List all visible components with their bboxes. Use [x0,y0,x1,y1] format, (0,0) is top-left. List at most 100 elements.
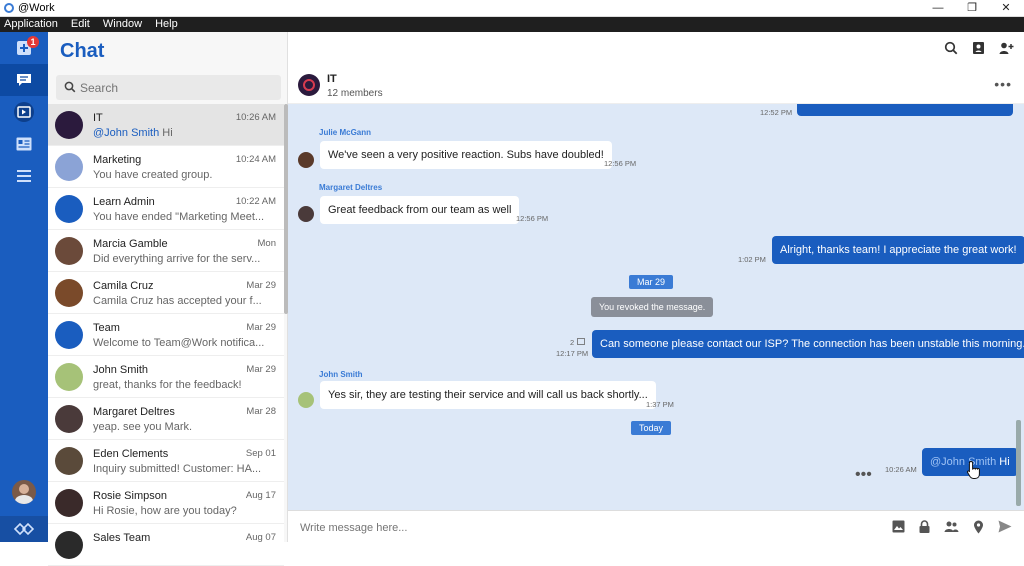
conversation-item[interactable]: Camila Cruz Mar 29 Camila Cruz has accepte… [48,272,284,314]
new-item-button[interactable]: 1 [0,32,48,64]
message-time: 12:56 PM [604,159,637,168]
preview-text: great, thanks for the feedback! [93,379,242,391]
conversation-preview: Welcome to Team@Work notifica... [93,337,268,349]
sender-avatar [298,206,314,222]
search-box[interactable] [56,75,281,100]
menu-icon [17,170,31,182]
mention-tag[interactable]: @John Smith [930,456,996,468]
preview-text: Camila Cruz has accepted your f... [93,295,262,307]
conversation-item[interactable]: Marketing 10:24 AM You have created group. [48,146,284,188]
conversation-name: Marketing [93,154,142,166]
conversation-item[interactable]: Margaret Deltres Mar 28 yeap. see you Mark… [48,398,284,440]
conversation-item[interactable]: Eden Clements Sep 01 Inquiry submitted! Cu… [48,440,284,482]
conversation-name: Sales Team [93,532,151,544]
conversation-name: John Smith [93,364,149,376]
conversation-preview: Hi Rosie, how are you today? [93,505,268,517]
message-sender: Julie McGann [319,128,372,137]
conversation-name: Eden Clements [93,448,169,460]
nav-media[interactable] [0,96,48,128]
message-scrollbar[interactable] [1016,420,1021,506]
close-button[interactable]: ✕ [989,0,1023,17]
conversation-item[interactable]: Team Mar 29 Welcome to Team@Work notifica.… [48,314,284,356]
preview-text: Hi [159,127,173,139]
member-count[interactable]: 12 members [327,88,383,99]
conversation-name: Learn Admin [93,196,155,208]
conversation-preview: Inquiry submitted! Customer: HA... [93,463,268,475]
add-user-icon[interactable] [999,41,1014,55]
conversation-item[interactable]: Rosie Simpson Aug 17 Hi Rosie, how are you… [48,482,284,524]
conversation-item[interactable]: Sales Team Aug 07 [48,524,284,566]
more-options-button[interactable]: ••• [994,76,1012,92]
nav-chat[interactable] [0,64,48,96]
typing-indicator: ••• [855,466,872,483]
conversation-time: 10:24 AM [235,154,276,165]
conversation-preview: great, thanks for the feedback! [93,379,268,391]
minimize-button[interactable]: — [921,0,955,17]
nav-contacts[interactable] [0,128,48,160]
window-titlebar: @Work — ❐ ✕ [0,0,1024,17]
location-icon[interactable] [973,520,984,534]
conversation-avatar [55,279,83,307]
message-composer [288,510,1024,542]
read-count: 2 [570,338,575,347]
app-icon [4,3,14,13]
conversation-name: Rosie Simpson [93,490,167,502]
group-icon[interactable] [944,520,959,533]
conversation-item[interactable]: IT 10:26 AM @John Smith Hi [48,104,284,146]
message-bubble[interactable]: Great feedback from our team as well [320,196,520,224]
message-bubble[interactable]: We've seen a very positive reaction. Sub… [320,141,612,169]
nav-menu[interactable] [0,160,48,192]
preview-text: Hi Rosie, how are you today? [93,505,237,517]
conversation-preview: yeap. see you Mark. [93,421,268,433]
conversation-time: Mar 28 [246,406,276,417]
nav-rail: 1 [0,32,48,542]
conversation-time: Aug 07 [245,532,276,543]
group-avatar[interactable] [298,74,320,96]
hand-cursor-icon [966,460,980,479]
menu-application[interactable]: Application [0,17,58,30]
preview-text: Did everything arrive for the serv... [93,253,261,265]
read-receipt-icon [577,338,585,345]
message-sender: Margaret Deltres [319,183,383,192]
date-separator: Today [631,421,672,435]
message-bubble[interactable]: Yes sir, they are testing their service … [320,381,656,409]
conversation-preview: @John Smith Hi [93,127,268,139]
contacts-icon [16,137,32,151]
image-icon[interactable] [892,520,905,533]
system-message: You revoked the message. [591,297,714,317]
search-input[interactable] [80,79,270,96]
conversation-avatar [55,321,83,349]
message-bubble-own[interactable]: Alright, thanks team! I appreciate the g… [772,236,1024,264]
lock-icon[interactable] [919,520,930,533]
restore-button[interactable]: ❐ [955,0,989,17]
message-sender: John Smith [319,370,363,379]
conversation-avatar [55,111,83,139]
conversation-name: Team [93,322,120,334]
logo-button[interactable] [0,516,48,542]
conversation-name: Camila Cruz [93,280,154,292]
preview-text: yeap. see you Mark. [93,421,193,433]
conversation-avatar [55,363,83,391]
menu-help[interactable]: Help [151,17,178,30]
message-input[interactable] [300,520,820,536]
send-icon[interactable] [998,520,1012,533]
page-title: Chat [60,40,105,62]
message-bubble-own[interactable]: Can someone please contact our ISP? The … [592,330,1024,358]
conversation-avatar [55,489,83,517]
conversation-item[interactable]: Marcia Gamble Mon Did everything arrive fo… [48,230,284,272]
conversation-item[interactable]: John Smith Mar 29 great, thanks for the fe… [48,356,284,398]
profile-avatar[interactable] [12,480,36,504]
message-time: 12:17 PM [556,349,589,358]
conversation-time: Mar 29 [246,280,276,291]
message-text: Hi [996,456,1010,468]
menu-edit[interactable]: Edit [67,17,90,30]
conversation-avatar [55,195,83,223]
search-icon[interactable] [944,41,958,55]
notification-badge: 1 [27,36,39,48]
contacts-book-icon[interactable] [972,41,985,55]
conversation-list-pane: Chat IT 10:26 AM @John Smith Hi Marketing 10… [48,32,288,566]
conversation-item[interactable]: Learn Admin 10:22 AM You have ended "Marke… [48,188,284,230]
menu-window[interactable]: Window [99,17,142,30]
message-bubble-partial[interactable] [797,104,1013,116]
top-header [288,32,1024,68]
